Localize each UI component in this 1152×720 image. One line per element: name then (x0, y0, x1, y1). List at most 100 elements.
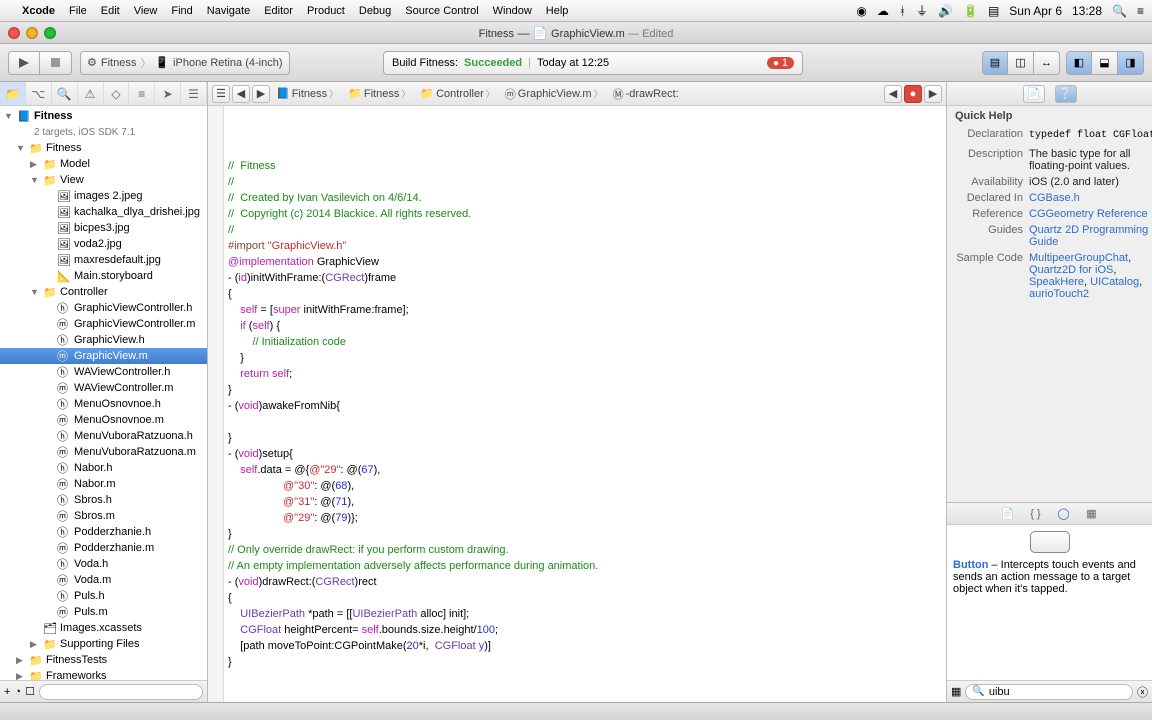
minimize-window-button[interactable] (26, 27, 38, 39)
status-wifi-icon[interactable]: ⏚ (916, 2, 928, 19)
library-tabs[interactable]: 📄 { } ◯ ▦ (947, 503, 1152, 525)
nav-item[interactable]: ⓜMenuOsnovnoe.m (0, 412, 207, 428)
jump-bar[interactable]: ☰ ◀ ▶ 📘Fitness〉 📁Fitness〉 📁Controller〉 ⓜ… (208, 82, 946, 106)
nav-item[interactable]: ⓗPuls.h (0, 588, 207, 604)
symbol-navigator-tab[interactable]: ⌥ (26, 82, 52, 105)
issues-next-button[interactable]: ▶ (924, 85, 942, 103)
activity-viewer[interactable]: Build Fitness: Succeeded | Today at 12:2… (383, 51, 803, 75)
toggle-utilities-button[interactable]: ◨ (1118, 51, 1144, 75)
find-navigator-tab[interactable]: 🔍 (52, 82, 78, 105)
spotlight-icon[interactable]: 🔍 (1112, 4, 1127, 18)
inspector-tabs[interactable]: 📄 ❔ (947, 82, 1152, 106)
menu-view[interactable]: View (134, 5, 158, 17)
nav-item[interactable]: ▼📁Controller (0, 284, 207, 300)
toggle-debug-button[interactable]: ⬓ (1092, 51, 1118, 75)
related-items-button[interactable]: ☰ (212, 85, 230, 103)
issues-prev-button[interactable]: ◀ (884, 85, 902, 103)
library-filter-field[interactable]: 🔍 uibu (965, 684, 1133, 700)
nav-item[interactable]: ⓗGraphicViewController.h (0, 300, 207, 316)
zoom-window-button[interactable] (44, 27, 56, 39)
status-date[interactable]: Sun Apr 6 (1009, 4, 1062, 18)
menu-find[interactable]: Find (171, 5, 192, 17)
standard-editor-button[interactable]: ▤ (982, 51, 1008, 75)
nav-item[interactable]: ▼📁Fitness (0, 140, 207, 156)
nav-item[interactable]: 🖼images 2.jpeg (0, 188, 207, 204)
status-time[interactable]: 13:28 (1072, 4, 1102, 18)
nav-item[interactable]: ⓜPuls.m (0, 604, 207, 620)
menu-file[interactable]: File (69, 5, 87, 17)
app-menu[interactable]: Xcode (22, 5, 55, 17)
add-icon[interactable]: + (4, 686, 10, 698)
nav-item[interactable]: ▶📁FitnessTests (0, 652, 207, 668)
nav-item[interactable]: ⓗPodderzhanie.h (0, 524, 207, 540)
project-navigator-tab[interactable]: 📁 (0, 82, 26, 105)
run-button[interactable] (8, 51, 40, 75)
nav-item[interactable]: 🗂Images.xcassets (0, 620, 207, 636)
assistant-editor-button[interactable]: ◫ (1008, 51, 1034, 75)
nav-item[interactable]: ▼📁View (0, 172, 207, 188)
nav-item[interactable]: ⓗWAViewController.h (0, 364, 207, 380)
nav-item[interactable]: ⓜPodderzhanie.m (0, 540, 207, 556)
project-root[interactable]: ▼📘 Fitness (0, 108, 207, 124)
nav-item[interactable]: ⓜSbros.m (0, 508, 207, 524)
menu-navigate[interactable]: Navigate (207, 5, 250, 17)
nav-item[interactable]: 🖼bicpes3.jpg (0, 220, 207, 236)
editor-mode-segmented[interactable]: ▤ ◫ ↔ (982, 51, 1060, 75)
nav-item[interactable]: ⓗVoda.h (0, 556, 207, 572)
menu-help[interactable]: Help (546, 5, 569, 17)
nav-item[interactable]: 🖼kachalka_dlya_drishei.jpg (0, 204, 207, 220)
library-clear-icon[interactable]: ⓧ (1137, 684, 1148, 700)
issue-indicator-icon[interactable]: ● (904, 85, 922, 103)
nav-fwd-button[interactable]: ▶ (252, 85, 270, 103)
library-detail[interactable]: Button – Intercepts touch events and sen… (947, 525, 1152, 680)
media-library-tab[interactable]: ▦ (1082, 506, 1102, 522)
report-navigator-tab[interactable]: ☰ (181, 82, 207, 105)
nav-back-button[interactable]: ◀ (232, 85, 250, 103)
debug-navigator-tab[interactable]: ≡ (129, 82, 155, 105)
issue-navigator-tab[interactable]: ⚠ (78, 82, 104, 105)
nav-item[interactable]: 📐Main.storyboard (0, 268, 207, 284)
file-template-library-tab[interactable]: 📄 (998, 506, 1018, 522)
view-panes-segmented[interactable]: ◧ ⬓ ◨ (1066, 51, 1144, 75)
nav-item[interactable]: ⓗSbros.h (0, 492, 207, 508)
nav-item[interactable]: ⓜVoda.m (0, 572, 207, 588)
scm-icon[interactable]: ☐ (25, 685, 35, 698)
nav-item[interactable]: ⓜNabor.m (0, 476, 207, 492)
source-editor[interactable]: // Fitness//// Created by Ivan Vasilevic… (208, 106, 946, 702)
status-battery-icon[interactable]: 🔋 (963, 4, 978, 18)
stop-button[interactable] (40, 51, 72, 75)
nav-item[interactable]: ⓗNabor.h (0, 460, 207, 476)
project-navigator-tree[interactable]: ▼📘 Fitness 2 targets, iOS SDK 7.1 ▼📁Fitn… (0, 106, 207, 680)
menu-edit[interactable]: Edit (101, 5, 120, 17)
toggle-navigator-button[interactable]: ◧ (1066, 51, 1092, 75)
menu-editor[interactable]: Editor (264, 5, 293, 17)
nav-item[interactable]: ⓜGraphicView.m (0, 348, 207, 364)
file-inspector-tab[interactable]: 📄 (1023, 85, 1045, 103)
library-view-icon[interactable]: ▦ (951, 685, 961, 698)
nav-item[interactable]: ▶📁Model (0, 156, 207, 172)
navigator-tabs[interactable]: 📁 ⌥ 🔍 ⚠ ◇ ≡ ➤ ☰ (0, 82, 207, 106)
issue-count-badge[interactable]: ● 1 (767, 57, 794, 69)
editor-gutter[interactable] (208, 106, 224, 702)
status-cloud-icon[interactable]: ☁ (877, 4, 889, 18)
nav-item[interactable]: 🖼maxresdefault.jpg (0, 252, 207, 268)
nav-item[interactable]: ⓜMenuVuboraRatzuona.m (0, 444, 207, 460)
notification-icon[interactable]: ≡ (1137, 4, 1144, 18)
nav-item[interactable]: ▶📁Frameworks (0, 668, 207, 680)
version-editor-button[interactable]: ↔ (1034, 51, 1060, 75)
status-bluetooth-icon[interactable]: ᚼ (899, 4, 906, 18)
menu-window[interactable]: Window (493, 5, 532, 17)
status-volume-icon[interactable]: 🔊 (938, 4, 953, 18)
nav-item[interactable]: ⓜGraphicViewController.m (0, 316, 207, 332)
navigator-filter-field[interactable] (39, 684, 203, 700)
status-input-icon[interactable]: ▤ (988, 4, 999, 18)
menu-debug[interactable]: Debug (359, 5, 391, 17)
nav-item[interactable]: ⓜWAViewController.m (0, 380, 207, 396)
nav-item[interactable]: ▶📁Supporting Files (0, 636, 207, 652)
menu-source-control[interactable]: Source Control (405, 5, 478, 17)
recent-icon[interactable]: ◔ (14, 686, 21, 698)
test-navigator-tab[interactable]: ◇ (104, 82, 130, 105)
menu-product[interactable]: Product (307, 5, 345, 17)
breakpoint-navigator-tab[interactable]: ➤ (155, 82, 181, 105)
status-record-icon[interactable]: ◉ (856, 4, 866, 18)
